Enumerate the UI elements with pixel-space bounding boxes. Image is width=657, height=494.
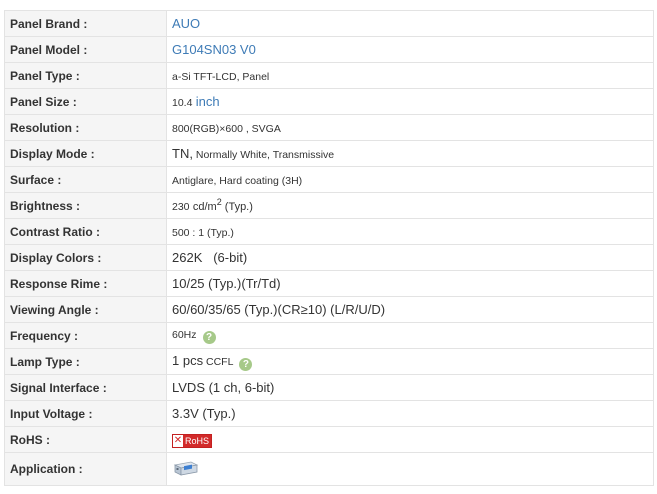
- table-row: Viewing Angle : 60/60/35/65 (Typ.)(CR≥10…: [4, 296, 654, 323]
- row-label: Application :: [4, 452, 167, 486]
- row-label: Lamp Type :: [4, 348, 167, 375]
- input-voltage-value: 3.3V (Typ.): [172, 406, 236, 421]
- brightness-number: 230: [172, 200, 190, 213]
- table-row: Brightness : 230 cd/m2 (Typ.): [4, 192, 654, 219]
- panel-model-link[interactable]: G104SN03 V0: [172, 42, 256, 57]
- row-value: 10.4 inch: [166, 88, 654, 115]
- table-row: Surface : Antiglare, Hard coating (3H): [4, 166, 654, 193]
- row-label: Panel Size :: [4, 88, 167, 115]
- rohs-badge-text: RoHS: [185, 436, 210, 446]
- row-value: 262K (6-bit): [166, 244, 654, 271]
- row-label: Response Rime :: [4, 270, 167, 297]
- industrial-device-icon[interactable]: [172, 459, 200, 480]
- table-row: Display Mode : TN, Normally White, Trans…: [4, 140, 654, 167]
- lamp-type-lead: 1 pcs: [172, 352, 204, 368]
- table-row: Panel Model : G104SN03 V0: [4, 36, 654, 63]
- row-label: Display Colors :: [4, 244, 167, 271]
- response-time-value: 10/25 (Typ.)(Tr/Td): [172, 276, 281, 291]
- row-value: 1 pcs CCFL?: [166, 348, 654, 375]
- table-row: Input Voltage : 3.3V (Typ.): [4, 400, 654, 427]
- row-label: Panel Brand :: [4, 10, 167, 37]
- row-value: 500 : 1 (Typ.): [166, 218, 654, 245]
- brightness-unit: cd/m: [192, 200, 217, 213]
- row-label: Display Mode :: [4, 140, 167, 167]
- row-label: Input Voltage :: [4, 400, 167, 427]
- row-value: ✕ RoHS: [166, 426, 654, 453]
- row-value: Antiglare, Hard coating (3H): [166, 166, 654, 193]
- surface-value: Antiglare, Hard coating (3H): [172, 174, 303, 187]
- row-value: 10/25 (Typ.)(Tr/Td): [166, 270, 654, 297]
- row-value: a-Si TFT-LCD, Panel: [166, 62, 654, 89]
- row-label: Panel Type :: [4, 62, 167, 89]
- row-label: Viewing Angle :: [4, 296, 167, 323]
- table-row: Lamp Type : 1 pcs CCFL?: [4, 348, 654, 375]
- panel-type-value: a-Si TFT-LCD, Panel: [172, 70, 270, 83]
- frequency-value: 60Hz: [172, 329, 197, 341]
- question-circle-icon[interactable]: ?: [202, 331, 216, 344]
- row-label: Contrast Ratio :: [4, 218, 167, 245]
- row-value: 230 cd/m2 (Typ.): [166, 192, 654, 219]
- row-value: 800(RGB)×600 , SVGA: [166, 114, 654, 141]
- display-mode-rest: Normally White, Transmissive: [192, 149, 335, 161]
- table-row: Panel Type : a-Si TFT-LCD, Panel: [4, 62, 654, 89]
- table-row: Resolution : 800(RGB)×600 , SVGA: [4, 114, 654, 141]
- row-value: AUO: [166, 10, 654, 37]
- brightness-suffix: (Typ.): [221, 200, 253, 213]
- table-row: Panel Size : 10.4 inch: [4, 88, 654, 115]
- question-circle-icon[interactable]: ?: [239, 357, 253, 371]
- panel-size-number: 10.4: [172, 97, 193, 109]
- row-label: Resolution :: [4, 114, 167, 141]
- row-value: TN, Normally White, Transmissive: [166, 140, 654, 167]
- row-value: 3.3V (Typ.): [166, 400, 654, 427]
- row-label: Frequency :: [4, 322, 167, 349]
- row-label: Surface :: [4, 166, 167, 193]
- resolution-value: 800(RGB)×600 , SVGA: [172, 122, 281, 135]
- table-row: RoHS : ✕ RoHS: [4, 426, 654, 453]
- row-value: G104SN03 V0: [166, 36, 654, 63]
- table-row: Response Rime : 10/25 (Typ.)(Tr/Td): [4, 270, 654, 297]
- row-value: 60Hz?: [166, 322, 654, 349]
- table-row: Signal Interface : LVDS (1 ch, 6-bit): [4, 374, 654, 401]
- row-label: Panel Model :: [4, 36, 167, 63]
- display-colors-value: 262K (6-bit): [172, 250, 248, 265]
- table-row: Panel Brand : AUO: [4, 10, 654, 37]
- viewing-angle-value: 60/60/35/65 (Typ.)(CR≥10) (L/R/U/D): [172, 302, 386, 317]
- lamp-type-rest: CCFL: [203, 355, 234, 368]
- rohs-badge: ✕ RoHS: [172, 434, 213, 448]
- table-row: Contrast Ratio : 500 : 1 (Typ.): [4, 218, 654, 245]
- panel-brand-link[interactable]: AUO: [172, 16, 200, 31]
- row-label: RoHS :: [4, 426, 167, 453]
- panel-size-unit-link[interactable]: inch: [196, 94, 220, 109]
- row-label: Brightness :: [4, 192, 167, 219]
- row-label: Signal Interface :: [4, 374, 167, 401]
- table-row: Frequency : 60Hz?: [4, 322, 654, 349]
- table-row: Application :: [4, 452, 654, 486]
- signal-interface-value: LVDS (1 ch, 6-bit): [172, 380, 275, 395]
- spec-table: Panel Brand : AUO Panel Model : G104SN03…: [4, 10, 654, 486]
- rohs-x-icon: ✕: [173, 435, 183, 447]
- row-value: LVDS (1 ch, 6-bit): [166, 374, 654, 401]
- contrast-ratio-value: 500 : 1 (Typ.): [172, 226, 234, 239]
- table-row: Display Colors : 262K (6-bit): [4, 244, 654, 271]
- display-mode-lead: TN,: [172, 146, 193, 161]
- row-value: [166, 452, 654, 486]
- row-value: 60/60/35/65 (Typ.)(CR≥10) (L/R/U/D): [166, 296, 654, 323]
